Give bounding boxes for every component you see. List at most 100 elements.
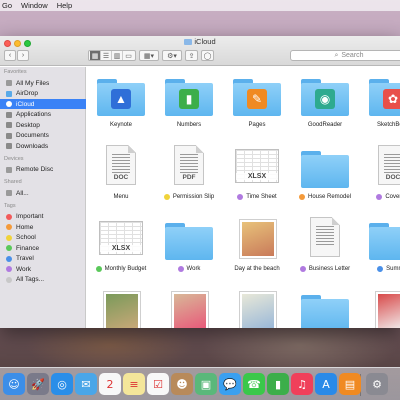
back-button[interactable]: ‹ bbox=[4, 50, 16, 61]
menu-window[interactable]: Window bbox=[21, 1, 48, 10]
file-item-work[interactable]: Work bbox=[151, 215, 227, 272]
file-item-house-remodel[interactable]: House Remodel bbox=[287, 143, 363, 200]
sidebar-item-applications[interactable]: Applications bbox=[0, 110, 86, 120]
file-item-item-16[interactable] bbox=[151, 287, 227, 328]
share-button[interactable]: ⇪ bbox=[185, 50, 198, 61]
spreadsheet-icon: XLSX bbox=[99, 221, 143, 255]
file-label: SketchBook bbox=[355, 122, 400, 128]
file-item-item-17[interactable] bbox=[219, 287, 295, 328]
list-view-button[interactable]: ☰ bbox=[101, 51, 112, 60]
file-item-item-18[interactable] bbox=[287, 287, 363, 328]
edit-tags-button[interactable]: ◯ bbox=[201, 50, 214, 61]
text-lines bbox=[112, 154, 130, 174]
file-item-pages[interactable]: ✎ Pages bbox=[219, 71, 295, 128]
file-item-item-19[interactable] bbox=[355, 287, 400, 328]
photo-image bbox=[378, 294, 400, 328]
file-item-time-sheet[interactable]: XLSX Time Sheet bbox=[219, 143, 295, 200]
folder-body bbox=[165, 227, 213, 260]
numbers-dock-icon[interactable]: ▮ bbox=[267, 373, 289, 395]
action-button[interactable]: ⚙▾ bbox=[162, 50, 182, 61]
file-item-item-15[interactable] bbox=[83, 287, 159, 328]
file-grid: ▲ Keynote ▮ Numbers ✎ Pages ◉ GoodReader ✿ Sketch… bbox=[87, 67, 400, 328]
ibooks-dock-icon[interactable]: ▤ bbox=[339, 373, 361, 395]
finder-dock-icon[interactable]: ☺ bbox=[3, 373, 25, 395]
launchpad-dock-icon[interactable]: 🚀 bbox=[27, 373, 49, 395]
sheet-icon: XLSX bbox=[93, 215, 149, 263]
app-glyph-icon: ✿ bbox=[383, 89, 400, 109]
sidebar-item-desktop[interactable]: Desktop bbox=[0, 120, 86, 130]
folder-icon: ▮ bbox=[165, 79, 213, 116]
facetime-dock-icon[interactable]: ☎ bbox=[243, 373, 265, 395]
app-glyph-icon: ◉ bbox=[315, 89, 335, 109]
file-item-cover-le[interactable]: DOC Cover Le bbox=[355, 143, 400, 200]
itunes-dock-icon[interactable]: ♫ bbox=[291, 373, 313, 395]
file-name: Menu bbox=[113, 194, 129, 200]
calendar-dock-icon[interactable]: 2 bbox=[99, 373, 121, 395]
system-preferences-dock-icon[interactable]: ⚙ bbox=[366, 373, 388, 395]
folder-icon: ◉ bbox=[301, 79, 349, 116]
document-icon: DOC bbox=[106, 145, 136, 185]
photo-image bbox=[174, 294, 206, 328]
notes-dock-icon[interactable]: ≡ bbox=[123, 373, 145, 395]
menu-help[interactable]: Help bbox=[57, 1, 72, 10]
all-files-icon bbox=[6, 80, 12, 86]
sidebar-item-icloud[interactable]: iCloud bbox=[0, 99, 86, 109]
sidebar-item-label: All My Files bbox=[16, 79, 50, 87]
photo-booth-dock-icon[interactable]: ▣ bbox=[195, 373, 217, 395]
sidebar-item-finance[interactable]: Finance bbox=[0, 243, 86, 253]
sidebar-item-all-my-files[interactable]: All My Files bbox=[0, 78, 86, 88]
file-item-summer[interactable]: Summer bbox=[355, 215, 400, 272]
file-name: Work bbox=[186, 266, 201, 272]
file-label: Business Letter bbox=[287, 266, 363, 272]
sidebar-item-remote-disc[interactable]: Remote Disc bbox=[0, 165, 86, 175]
sidebar-item-label: All Tags... bbox=[16, 276, 45, 283]
forward-button[interactable]: › bbox=[17, 50, 29, 61]
file-item-sketchbook[interactable]: ✿ SketchBook bbox=[355, 71, 400, 128]
sidebar-item-work[interactable]: Work bbox=[0, 264, 86, 274]
search-field[interactable]: ⌕ Search bbox=[290, 50, 400, 61]
reminders-dock-icon[interactable]: ☑ bbox=[147, 373, 169, 395]
file-item-keynote[interactable]: ▲ Keynote bbox=[83, 71, 159, 128]
sidebar-item-all-tags[interactable]: All Tags... bbox=[0, 275, 86, 285]
icon-view-button[interactable]: ▦ bbox=[90, 51, 101, 60]
sidebar-item-all[interactable]: All... bbox=[0, 188, 86, 198]
network-icon bbox=[6, 190, 12, 196]
file-item-permission-slip[interactable]: PDF Permission Slip bbox=[151, 143, 227, 200]
arrange-button[interactable]: ▦▾ bbox=[139, 50, 159, 61]
doc-icon: DOC bbox=[365, 143, 400, 191]
file-item-monthly-budget[interactable]: XLSX Monthly Budget bbox=[83, 215, 159, 272]
file-item-day-at-the-beach[interactable]: Day at the beach bbox=[219, 215, 295, 272]
sidebar-item-label: Downloads bbox=[16, 142, 49, 150]
safari-dock-icon[interactable]: ◎ bbox=[51, 373, 73, 395]
sidebar-item-home[interactable]: Home bbox=[0, 222, 86, 232]
messages-dock-icon[interactable]: 💬 bbox=[219, 373, 241, 395]
menu-go[interactable]: Go bbox=[2, 1, 12, 10]
file-item-numbers[interactable]: ▮ Numbers bbox=[151, 71, 227, 128]
file-item-business-letter[interactable]: Business Letter bbox=[287, 215, 363, 272]
cover-flow-button[interactable]: ▭ bbox=[123, 51, 134, 60]
app-store-dock-icon[interactable]: A bbox=[315, 373, 337, 395]
sidebar-item-label: iCloud bbox=[16, 100, 35, 108]
document-icon bbox=[310, 217, 340, 257]
sidebar-item-airdrop[interactable]: AirDrop bbox=[0, 89, 86, 99]
file-label: House Remodel bbox=[287, 194, 363, 200]
mail-dock-icon[interactable]: ✉ bbox=[75, 373, 97, 395]
file-item-goodreader[interactable]: ◉ GoodReader bbox=[287, 71, 363, 128]
sidebar-item-important[interactable]: Important bbox=[0, 212, 86, 222]
doc-icon bbox=[297, 215, 353, 263]
column-view-button[interactable]: ▥ bbox=[112, 51, 123, 60]
doc-icon: DOC bbox=[93, 143, 149, 191]
sidebar-item-travel[interactable]: Travel bbox=[0, 254, 86, 264]
file-item-menu[interactable]: DOC Menu bbox=[83, 143, 159, 200]
contacts-dock-icon[interactable]: ☻ bbox=[171, 373, 193, 395]
tag-color-icon bbox=[6, 213, 12, 220]
tag-color-icon bbox=[6, 266, 12, 272]
sidebar-item-downloads[interactable]: Downloads bbox=[0, 141, 86, 151]
photo-thumbnail bbox=[239, 219, 277, 259]
airdrop-icon bbox=[6, 90, 12, 97]
photo-icon bbox=[161, 287, 217, 328]
sidebar-item-documents[interactable]: Documents bbox=[0, 131, 86, 141]
sidebar-item-label: Important bbox=[16, 213, 44, 220]
sidebar-item-school[interactable]: School bbox=[0, 233, 86, 243]
folder-icon: ✎ bbox=[233, 79, 281, 116]
